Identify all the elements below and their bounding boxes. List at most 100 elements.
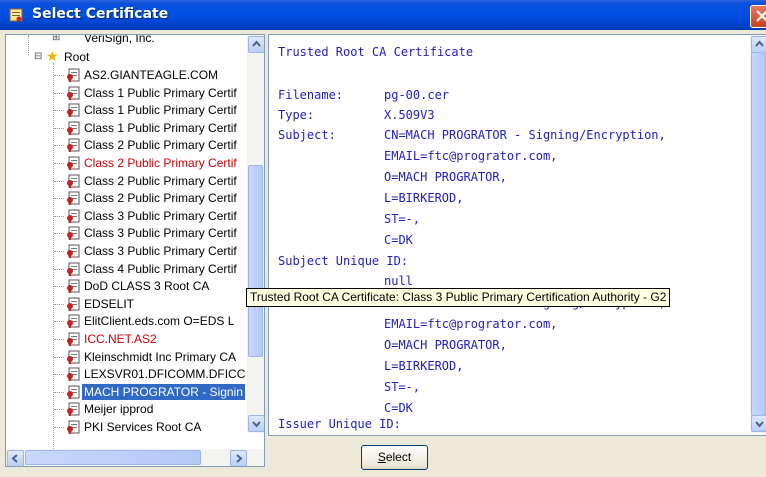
issuer-line: O=MACH PROGRATOR, — [384, 338, 507, 352]
issuer-line: C=DK — [384, 401, 413, 415]
tree-item-certificate[interactable]: Class 1 Public Primary Certif — [82, 102, 239, 118]
horizontal-scroll-thumb[interactable] — [25, 450, 201, 465]
tree-item-certificate[interactable]: Class 2 Public Primary Certif — [82, 173, 239, 189]
tree-item-certificate[interactable]: Class 4 Public Primary Certif — [82, 261, 239, 277]
tree-item-certificate[interactable]: Kleinschmidt Inc Primary CA — [82, 349, 238, 365]
subject-uid-label: Subject Unique ID: — [278, 254, 409, 268]
type-value: X.509V3 — [384, 108, 435, 122]
certificate-icon — [67, 121, 80, 135]
collapse-icon[interactable]: ⊟ — [34, 49, 42, 65]
tree-item-root[interactable]: ⊟ ★ Root — [34, 48, 91, 65]
tree-connector — [54, 374, 64, 376]
scroll-down-button[interactable] — [248, 415, 264, 432]
details-scroll-up-button[interactable] — [751, 36, 766, 53]
tree-item-label: Meijer ipprod — [84, 402, 154, 417]
tree-item-certificate[interactable]: Class 2 Public Primary Certif — [82, 137, 239, 153]
tree-vertical-scrollbar[interactable] — [247, 35, 264, 433]
arrow-down-icon — [755, 421, 764, 428]
arrow-up-icon — [252, 40, 261, 47]
window-title: Select Certificate — [32, 6, 169, 22]
issuer-uid-label: Issuer Unique ID: — [278, 417, 401, 431]
subject-line: EMAIL=ftc@progrator.com, — [384, 149, 558, 163]
tree-item-label: Class 3 Public Primary Certif — [84, 244, 237, 258]
details-scroll-down-button[interactable] — [751, 415, 766, 432]
tree-item-certificate[interactable]: Class 3 Public Primary Certif — [82, 225, 239, 241]
subject-line: C=DK — [384, 233, 413, 247]
close-button[interactable] — [750, 5, 766, 28]
tree-item-certificate[interactable]: LEXSVR01.DFICOMM.DFICC — [82, 366, 247, 382]
tree-item-certificate[interactable]: Class 1 Public Primary Certif — [82, 85, 239, 101]
tooltip: Trusted Root CA Certificate: Class 3 Pub… — [246, 288, 671, 307]
tree-item-certificate[interactable]: ICC.NET.AS2 — [82, 331, 159, 347]
tree-item-certificate[interactable]: PKI Services Root CA — [82, 419, 203, 435]
scroll-left-button[interactable] — [7, 450, 24, 466]
subject-line: ST=-, — [384, 212, 421, 226]
tree-item-certificate[interactable]: ElitClient.eds.com O=EDS L — [82, 313, 236, 329]
tree-connector — [54, 127, 64, 129]
certificate-icon — [67, 68, 80, 82]
tree-item-label: Class 3 Public Primary Certif — [84, 226, 237, 241]
tree-connector — [54, 163, 64, 164]
details-heading: Trusted Root CA Certificate — [278, 45, 474, 59]
tree-item-label: Class 1 Public Primary Certif — [84, 85, 237, 100]
subject-label: Subject: — [278, 128, 336, 142]
certificate-icon — [67, 191, 80, 206]
certificate-icon — [67, 138, 80, 153]
details-scroll-thumb[interactable] — [751, 52, 766, 416]
tree-connector — [54, 251, 64, 252]
certificate-icon — [67, 279, 80, 294]
tree-connector — [54, 339, 64, 340]
tree-item-certificate[interactable]: Class 3 Public Primary Certif — [82, 243, 239, 259]
tree-item-label: VeriSign, Inc. — [84, 34, 155, 45]
certificate-icon — [67, 174, 80, 188]
tree-connector — [54, 145, 64, 147]
tree-connector — [54, 356, 64, 358]
tree-item-certificate[interactable]: Class 2 Public Primary Certif — [82, 190, 239, 206]
tree-item-certificate[interactable]: EDSELIT — [82, 296, 136, 312]
tree-item-label: Root — [64, 50, 90, 64]
details-vertical-scrollbar[interactable] — [750, 35, 766, 433]
certificate-icon — [67, 209, 80, 223]
select-button[interactable]: Select — [361, 445, 428, 470]
tree-connector — [54, 409, 64, 411]
certificate-icon — [67, 367, 80, 382]
tree-item-certificate[interactable]: DoD CLASS 3 Root CA — [82, 278, 211, 294]
certificate-details: Trusted Root CA Certificate Filename: pg-… — [268, 34, 766, 436]
tree-item-verisign[interactable]: ⊞ VeriSign, Inc. — [52, 34, 157, 46]
tree-item-label: Kleinschmidt Inc Primary CA — [84, 349, 237, 364]
tree-item-certificate[interactable]: Class 2 Public Primary Certif — [82, 155, 239, 171]
tree-item-certificate[interactable]: AS2.GIANTEAGLE.COM — [82, 67, 220, 83]
tree-item-label: LEXSVR01.DFICOMM.DFICC — [84, 367, 246, 382]
tree-item-certificate[interactable]: Class 3 Public Primary Certif — [82, 208, 239, 224]
certificate-icon — [67, 297, 80, 311]
select-label: elect — [385, 450, 412, 464]
tree-item-label: EDSELIT — [84, 296, 135, 311]
tree-item-label: AS2.GIANTEAGLE.COM — [84, 68, 219, 82]
scroll-right-button[interactable] — [230, 450, 247, 466]
tree-item-certificate[interactable]: Class 1 Public Primary Certif — [82, 120, 239, 136]
tree-item-label: Class 3 Public Primary Certif — [84, 208, 237, 223]
tree-item-certificate[interactable]: MACH PROGRATOR - Signin — [82, 383, 245, 400]
expand-icon[interactable]: ⊞ — [52, 35, 60, 46]
certificate-icon — [67, 402, 80, 417]
tree-horizontal-scrollbar[interactable] — [6, 449, 264, 466]
subject-line: CN=MACH PROGRATOR - Signing/Encryption, — [384, 128, 666, 142]
tree-connector — [54, 321, 64, 323]
tree-item-label: PKI Services Root CA — [84, 420, 202, 434]
tree-item-certificate[interactable]: Meijer ipprod — [82, 401, 155, 417]
certificate-icon — [67, 226, 80, 241]
certificate-icon — [67, 350, 80, 364]
certificate-icon — [67, 103, 80, 118]
tree-item-label: Class 1 Public Primary Certif — [84, 103, 237, 118]
certificate-tree[interactable]: ⊞ VeriSign, Inc. ⊟ ★ Root AS2.GIANTEAGLE.COM C… — [5, 34, 265, 467]
tree-connector — [54, 233, 64, 235]
select-mnemonic: S — [377, 450, 386, 464]
certificate-icon — [67, 86, 80, 100]
tree-item-label: Class 4 Public Primary Certif — [84, 261, 237, 276]
tree-connector — [54, 268, 64, 270]
arrow-right-icon — [236, 454, 243, 463]
scroll-thumb[interactable] — [248, 165, 263, 357]
scroll-up-button[interactable] — [248, 36, 264, 53]
tree-item-label: Class 2 Public Primary Certif — [84, 138, 237, 153]
certificate-icon — [67, 420, 80, 434]
